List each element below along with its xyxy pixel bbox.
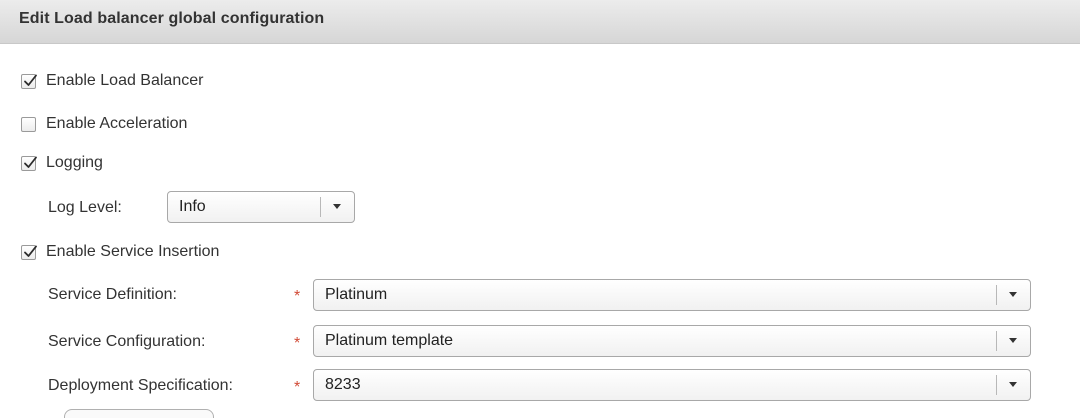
load-balancer-config-dialog: Edit Load balancer global configuration … — [0, 0, 1080, 418]
enable-service-insertion-checkbox[interactable] — [21, 244, 37, 260]
deployment-specification-value: 8233 — [325, 376, 361, 393]
triangle-down-icon — [333, 204, 341, 209]
service-definition-value: Platinum — [325, 286, 388, 303]
enable-service-insertion-option[interactable]: Enable Service Insertion — [21, 243, 219, 261]
log-level-label: Log Level: — [48, 199, 122, 216]
service-definition-dropdown-button[interactable] — [996, 285, 1030, 305]
enable-service-insertion-label: Enable Service Insertion — [46, 243, 220, 260]
enable-load-balancer-label: Enable Load Balancer — [46, 72, 204, 89]
log-level-dropdown-button[interactable] — [320, 197, 354, 217]
service-definition-required-mark: * — [294, 288, 301, 305]
deployment-specification-label: Deployment Specification: — [48, 377, 233, 394]
deployment-specification-select[interactable]: 8233 — [313, 369, 1031, 401]
partially-visible-button[interactable] — [64, 409, 214, 418]
checkmark-icon — [24, 74, 37, 86]
log-level-value: Info — [179, 198, 206, 215]
triangle-down-icon — [1009, 292, 1017, 297]
enable-load-balancer-option[interactable]: Enable Load Balancer — [21, 72, 203, 90]
service-configuration-value: Platinum template — [325, 332, 454, 349]
service-configuration-label: Service Configuration: — [48, 333, 206, 350]
enable-acceleration-option[interactable]: Enable Acceleration — [21, 115, 187, 133]
dialog-title: Edit Load balancer global configuration — [19, 10, 325, 27]
deployment-specification-required-mark: * — [294, 379, 301, 396]
service-definition-label: Service Definition: — [48, 286, 177, 303]
logging-label: Logging — [46, 154, 103, 171]
service-configuration-select[interactable]: Platinum template — [313, 325, 1031, 357]
enable-acceleration-checkbox[interactable] — [21, 116, 36, 132]
enable-load-balancer-checkbox[interactable] — [21, 73, 37, 89]
logging-checkbox[interactable] — [21, 155, 37, 171]
dialog-titlebar: Edit Load balancer global configuration — [0, 0, 1080, 44]
deployment-specification-dropdown-button[interactable] — [996, 375, 1030, 395]
service-definition-select[interactable]: Platinum — [313, 279, 1031, 311]
logging-option[interactable]: Logging — [21, 154, 103, 172]
triangle-down-icon — [1009, 382, 1017, 387]
enable-acceleration-label: Enable Acceleration — [46, 115, 188, 132]
log-level-select[interactable]: Info — [167, 191, 355, 223]
checkmark-icon — [24, 245, 37, 257]
service-configuration-required-mark: * — [294, 335, 301, 352]
triangle-down-icon — [1009, 338, 1017, 343]
checkmark-icon — [24, 156, 37, 168]
service-configuration-dropdown-button[interactable] — [996, 331, 1030, 351]
